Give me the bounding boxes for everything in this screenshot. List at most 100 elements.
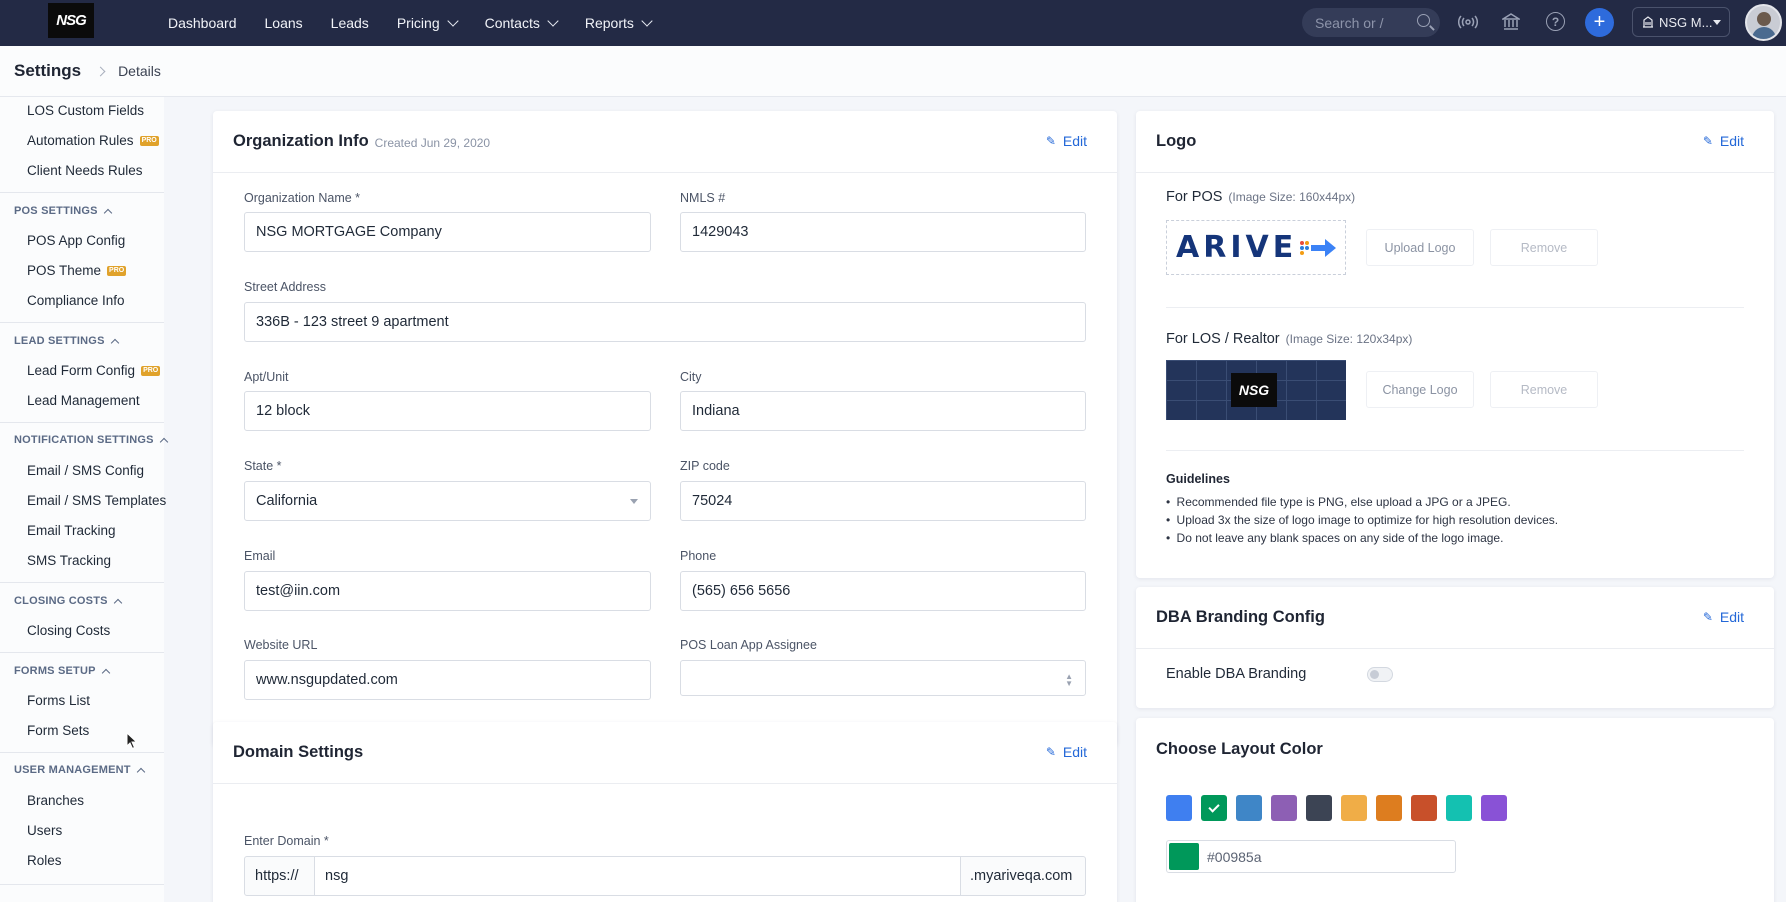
edit-dba-button[interactable]: ✎ Edit [1703, 609, 1744, 625]
nav-leads[interactable]: Leads [331, 15, 369, 31]
website-field[interactable]: www.nsgupdated.com [244, 660, 651, 700]
section-closing-costs[interactable]: CLOSING COSTS [14, 595, 122, 607]
city-field[interactable]: Indiana [680, 391, 1086, 431]
sidebar-item-lead-form-config[interactable]: Lead Form Config PRO [27, 363, 161, 378]
broadcast-icon[interactable] [1457, 11, 1479, 33]
help-icon[interactable]: ? [1546, 12, 1565, 31]
chevron-up-icon [110, 338, 119, 347]
create-new-button[interactable]: + [1585, 8, 1614, 37]
sidebar-item-label: POS App Config [27, 233, 126, 248]
pos-logo-label: For POS (Image Size: 160x44px) [1166, 189, 1355, 205]
section-notification-settings[interactable]: NOTIFICATION SETTINGS [14, 434, 168, 446]
nmls-field[interactable]: 1429043 [680, 212, 1086, 252]
pencil-icon: ✎ [1045, 744, 1056, 759]
sidebar-item-branches[interactable]: Branches [27, 793, 84, 808]
nav-loans[interactable]: Loans [265, 15, 303, 31]
color-swatch[interactable] [1481, 795, 1507, 821]
color-swatch[interactable] [1201, 795, 1227, 821]
zip-field[interactable]: 75024 [680, 481, 1086, 521]
sidebar-item-form-sets[interactable]: Form Sets [27, 723, 89, 738]
sidebar-item-label: Branches [27, 793, 85, 808]
dba-branding-toggle[interactable] [1367, 667, 1393, 682]
color-swatch[interactable] [1166, 795, 1192, 821]
remove-pos-logo-button[interactable]: Remove [1490, 229, 1598, 266]
org-name-field[interactable]: NSG MORTGAGE Company [244, 212, 651, 252]
edit-domain-button[interactable]: ✎ Edit [1046, 744, 1087, 760]
user-avatar[interactable] [1745, 4, 1782, 41]
nav-label: Pricing [396, 15, 440, 31]
color-swatch[interactable] [1376, 795, 1402, 821]
edit-org-info-button[interactable]: ✎ Edit [1046, 133, 1087, 149]
sidebar-item-pos-theme[interactable]: POS Theme PRO [27, 263, 127, 278]
color-swatch[interactable] [1236, 795, 1262, 821]
caret-down-icon [1713, 20, 1721, 25]
state-select[interactable]: California [244, 481, 651, 521]
divider [0, 322, 164, 323]
sidebar-item-closing-costs[interactable]: Closing Costs [27, 623, 110, 638]
remove-los-logo-button[interactable]: Remove [1490, 371, 1598, 408]
section-title: LEAD SETTINGS [14, 335, 105, 347]
sidebar-item-users[interactable]: Users [27, 823, 62, 838]
apt-unit-field[interactable]: 12 block [244, 391, 651, 431]
sidebar-item-automation-rules[interactable]: Automation Rules PRO [27, 133, 159, 148]
guideline-text: Recommended file type is PNG, else uploa… [1176, 495, 1511, 509]
building-icon [1643, 16, 1653, 28]
sidebar-item-forms-list[interactable]: Forms List [27, 693, 90, 708]
nav-label: Loans [264, 15, 303, 31]
sidebar-item-label: Users [27, 823, 63, 838]
search-icon [1417, 14, 1430, 27]
app-logo[interactable]: NSG [48, 3, 94, 38]
sidebar-item-compliance-info[interactable]: Compliance Info [27, 293, 125, 308]
sidebar-item-sms-tracking[interactable]: SMS Tracking [27, 553, 111, 568]
color-swatch[interactable] [1271, 795, 1297, 821]
section-pos-settings[interactable]: POS SETTINGS [14, 205, 112, 217]
nav-contacts[interactable]: Contacts [485, 15, 559, 31]
section-user-management[interactable]: USER MANAGEMENT [14, 764, 145, 776]
sidebar-item-los-custom-fields[interactable]: LOS Custom Fields [27, 103, 144, 118]
card-header: Organization Info Created Jun 29, 2020 [213, 111, 1117, 173]
sidebar-item-roles[interactable]: Roles [27, 853, 62, 868]
divider [0, 582, 164, 583]
org-name-label: Organization Name * [244, 191, 361, 205]
created-date: Created Jun 29, 2020 [374, 136, 491, 150]
sidebar-item-email-sms-config[interactable]: Email / SMS Config [27, 463, 144, 478]
sidebar-item-email-sms-templates[interactable]: Email / SMS Templates [27, 493, 166, 508]
sidebar-item-email-tracking[interactable]: Email Tracking [27, 523, 116, 538]
color-swatch[interactable] [1446, 795, 1472, 821]
sidebar-item-label: Email / SMS Templates [27, 493, 167, 508]
sidebar-item-pos-app-config[interactable]: POS App Config [27, 233, 125, 248]
nav-dashboard[interactable]: Dashboard [168, 15, 237, 31]
sidebar-item-client-needs-rules[interactable]: Client Needs Rules [27, 163, 143, 178]
section-lead-settings[interactable]: LEAD SETTINGS [14, 335, 119, 347]
color-swatch[interactable] [1306, 795, 1332, 821]
card-header: Domain Settings [213, 722, 1117, 784]
color-swatch[interactable] [1411, 795, 1437, 821]
hex-color-input[interactable]: #00985a [1166, 840, 1456, 873]
street-address-field[interactable]: 336B - 123 street 9 apartment [244, 302, 1086, 342]
domain-input[interactable]: nsg [314, 856, 961, 896]
los-logo-label: For LOS / Realtor (Image Size: 120x34px) [1166, 331, 1412, 347]
dba-branding-card: DBA Branding Config ✎ Edit [1136, 587, 1774, 708]
email-field[interactable]: test@iin.com [244, 571, 651, 611]
field-value: 1429043 [692, 224, 749, 240]
global-search-input[interactable]: Search or / [1302, 8, 1440, 37]
pos-assignee-select[interactable]: ▲ ▼ [680, 660, 1086, 696]
chevron-down-icon [641, 15, 653, 27]
phone-field[interactable]: (565) 656 5656 [680, 571, 1086, 611]
section-forms-setup[interactable]: FORMS SETUP [14, 665, 110, 677]
nav-reports[interactable]: Reports [585, 15, 653, 31]
nav-pricing[interactable]: Pricing [396, 15, 459, 31]
color-swatch[interactable] [1341, 795, 1367, 821]
sidebar-item-label: Lead Management [27, 393, 140, 408]
chevron-up-icon [113, 598, 122, 607]
bank-icon[interactable] [1500, 11, 1522, 33]
breadcrumb-settings[interactable]: Settings [14, 61, 81, 81]
change-logo-button[interactable]: Change Logo [1366, 371, 1474, 408]
section-title: POS SETTINGS [14, 205, 98, 217]
edit-label: Edit [1062, 744, 1087, 760]
sidebar-item-lead-management[interactable]: Lead Management [27, 393, 140, 408]
organization-selector[interactable]: NSG M... [1632, 7, 1730, 37]
edit-logo-button[interactable]: ✎ Edit [1703, 133, 1744, 149]
edit-label: Edit [1719, 609, 1744, 625]
upload-logo-button[interactable]: Upload Logo [1366, 229, 1474, 266]
